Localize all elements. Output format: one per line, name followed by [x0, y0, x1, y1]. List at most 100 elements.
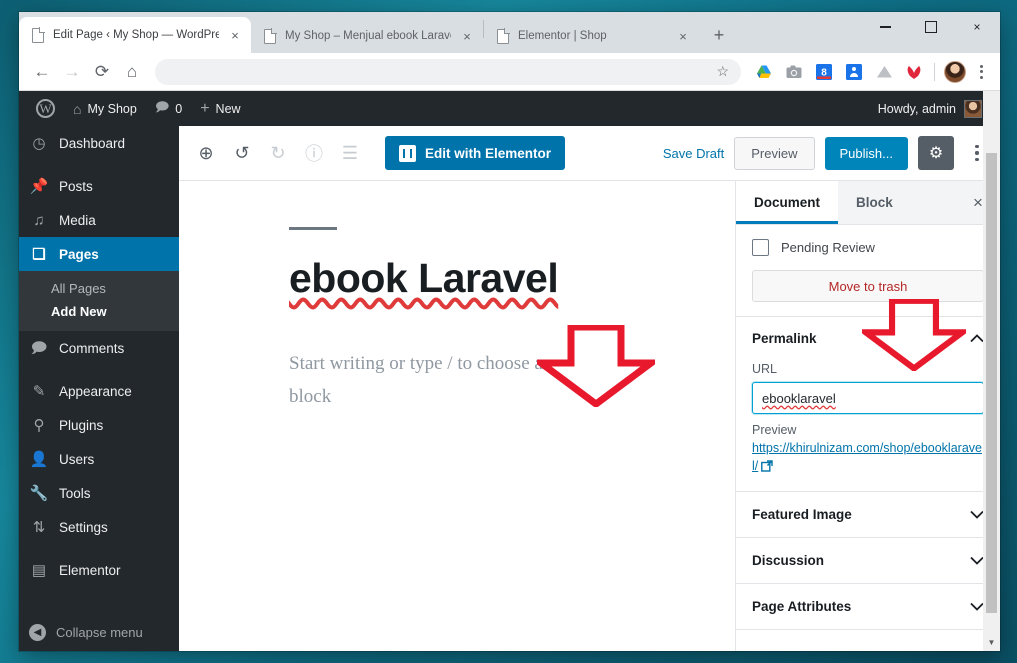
- browser-window: Edit Page ‹ My Shop — WordPres × My Shop…: [19, 12, 1000, 651]
- scroll-down-arrow[interactable]: ▼: [983, 634, 1000, 651]
- google-drive-icon[interactable]: [751, 59, 777, 85]
- editor-canvas[interactable]: ebook Laravel Start writing or type / to…: [179, 181, 735, 651]
- comments-button[interactable]: 🗩 0: [146, 91, 191, 126]
- window-minimize-button[interactable]: [862, 12, 908, 42]
- chevron-down-icon[interactable]: [970, 553, 984, 568]
- site-name-button[interactable]: ⌂ My Shop: [64, 91, 146, 126]
- grammar-extension-icon[interactable]: 8: [811, 59, 837, 85]
- permalink-section: Permalink URL ebooklaravel Preview https…: [736, 299, 1000, 493]
- page-attributes-section[interactable]: Page Attributes: [736, 584, 1000, 631]
- howdy-label: Howdy, admin: [877, 101, 956, 116]
- sidebar-item-media[interactable]: ♫ Media: [19, 203, 179, 237]
- block-placeholder[interactable]: Start writing or type / to choose a bloc…: [289, 347, 549, 414]
- collapse-menu-button[interactable]: ◀ Collapse menu: [19, 624, 179, 641]
- sidebar-item-pages[interactable]: ❏ Pages: [19, 237, 179, 271]
- add-block-icon[interactable]: ⊕: [189, 136, 223, 170]
- bookmark-star-icon[interactable]: ☆: [716, 63, 729, 80]
- comment-bubble-icon: 🗩: [154, 98, 170, 114]
- discussion-section[interactable]: Discussion: [736, 538, 1000, 585]
- tab-block[interactable]: Block: [838, 181, 911, 224]
- howdy-menu[interactable]: Howdy, admin: [877, 99, 992, 118]
- gear-icon[interactable]: ⚙: [918, 136, 954, 170]
- new-tab-button[interactable]: +: [705, 21, 733, 49]
- forward-button[interactable]: →: [57, 57, 87, 87]
- chevron-down-icon[interactable]: [970, 599, 984, 614]
- pending-review-row[interactable]: Pending Review: [752, 239, 984, 256]
- collapse-left-icon: ◀: [29, 624, 46, 641]
- toolbar-divider: [934, 62, 935, 81]
- sidebar-item-label: Users: [59, 451, 95, 467]
- arrow-pointing-to-title: [537, 325, 655, 407]
- sidebar-item-settings[interactable]: ⇅ Settings: [19, 510, 179, 544]
- home-button[interactable]: ⌂: [117, 57, 147, 87]
- page-title[interactable]: ebook Laravel: [289, 255, 559, 301]
- info-icon[interactable]: ⓘ: [297, 136, 331, 170]
- browser-tab-2[interactable]: My Shop – Menjual ebook Larave ×: [251, 19, 483, 53]
- tab-document[interactable]: Document: [736, 181, 839, 224]
- sidebar-item-users[interactable]: 👤 Users: [19, 442, 179, 476]
- sidebar-item-label: Appearance: [59, 383, 132, 399]
- edit-with-elementor-button[interactable]: Edit with Elementor: [385, 136, 566, 170]
- permalink-title: Permalink: [752, 331, 817, 346]
- chrome-menu-icon[interactable]: [970, 64, 992, 79]
- permalink-preview-url: https://khirulnizam.com/shop/ebooklarave…: [752, 441, 982, 474]
- publish-button[interactable]: Publish...: [824, 136, 908, 170]
- editor-main: ebook Laravel Start writing or type / to…: [179, 181, 1000, 651]
- permalink-header[interactable]: Permalink: [752, 331, 984, 346]
- pending-review-checkbox[interactable]: [752, 239, 769, 256]
- document-icon: [496, 28, 510, 44]
- sidebar-item-add-new[interactable]: Add New: [19, 300, 179, 323]
- featured-image-section[interactable]: Featured Image: [736, 492, 1000, 539]
- comments-count: 0: [175, 101, 183, 116]
- window-close-button[interactable]: ×: [954, 12, 1000, 42]
- scrollbar-thumb[interactable]: [986, 153, 997, 613]
- address-bar[interactable]: ☆: [155, 58, 741, 85]
- page-scrollbar[interactable]: ▼: [983, 91, 1000, 651]
- browser-tab-3[interactable]: Elementor | Shop ×: [484, 19, 699, 53]
- user-icon: 👤: [29, 450, 49, 468]
- move-to-trash-button[interactable]: Move to trash: [752, 270, 984, 302]
- tab-close-button[interactable]: ×: [225, 25, 245, 45]
- tab-title: Edit Page ‹ My Shop — WordPres: [53, 29, 219, 41]
- media-icon: ♫: [33, 211, 45, 229]
- sidebar-item-all-pages[interactable]: All Pages: [19, 277, 179, 300]
- wp-admin-sidebar: ◷ Dashboard 📌 Posts ♫ Media ❏ Pages All …: [19, 126, 179, 651]
- page-attributes-title: Page Attributes: [752, 599, 852, 615]
- save-draft-button[interactable]: Save Draft: [663, 146, 724, 161]
- chevron-up-icon[interactable]: [970, 331, 984, 346]
- wp-logo-button[interactable]: W: [27, 91, 64, 126]
- sidebar-item-elementor[interactable]: ▤ Elementor: [19, 553, 179, 587]
- tab-close-button[interactable]: ×: [673, 26, 693, 46]
- window-maximize-button[interactable]: [908, 12, 954, 42]
- redo-icon[interactable]: ↻: [261, 136, 295, 170]
- sidebar-item-dashboard[interactable]: ◷ Dashboard: [19, 126, 179, 160]
- discussion-title: Discussion: [752, 553, 825, 569]
- sidebar-item-label: Plugins: [59, 417, 104, 433]
- url-input-value: ebooklaravel: [762, 390, 836, 406]
- wallet-icon[interactable]: [901, 59, 927, 85]
- new-content-button[interactable]: + New: [191, 91, 249, 126]
- undo-icon[interactable]: ↺: [225, 136, 259, 170]
- sidebar-item-tools[interactable]: 🔧 Tools: [19, 476, 179, 510]
- wordpress-logo: W: [36, 99, 55, 118]
- browser-tab-1[interactable]: Edit Page ‹ My Shop — WordPres ×: [19, 17, 251, 53]
- reload-button[interactable]: ⟳: [87, 57, 117, 87]
- permalink-preview-link[interactable]: https://khirulnizam.com/shop/ebooklarave…: [752, 439, 984, 477]
- back-button[interactable]: ←: [27, 57, 57, 87]
- sidebar-item-comments[interactable]: 🗩 Comments: [19, 331, 179, 365]
- sidebar-item-appearance[interactable]: ✎ Appearance: [19, 374, 179, 408]
- block-outline-icon[interactable]: ☰: [333, 136, 367, 170]
- profile-avatar[interactable]: [944, 60, 966, 83]
- evernote-icon[interactable]: [841, 59, 867, 85]
- chevron-down-icon[interactable]: [970, 507, 984, 522]
- pages-icon: ❏: [32, 245, 46, 263]
- url-input[interactable]: ebooklaravel: [752, 382, 984, 414]
- sidebar-item-label: Comments: [59, 340, 125, 356]
- cloud-icon[interactable]: [871, 59, 897, 85]
- sidebar-item-posts[interactable]: 📌 Posts: [19, 169, 179, 203]
- camera-icon[interactable]: [781, 59, 807, 85]
- tab-close-button[interactable]: ×: [457, 26, 477, 46]
- preview-button[interactable]: Preview: [734, 136, 815, 170]
- sidebar-item-plugins[interactable]: ⚲ Plugins: [19, 408, 179, 442]
- sidebar-submenu-pages: All Pages Add New: [19, 271, 179, 331]
